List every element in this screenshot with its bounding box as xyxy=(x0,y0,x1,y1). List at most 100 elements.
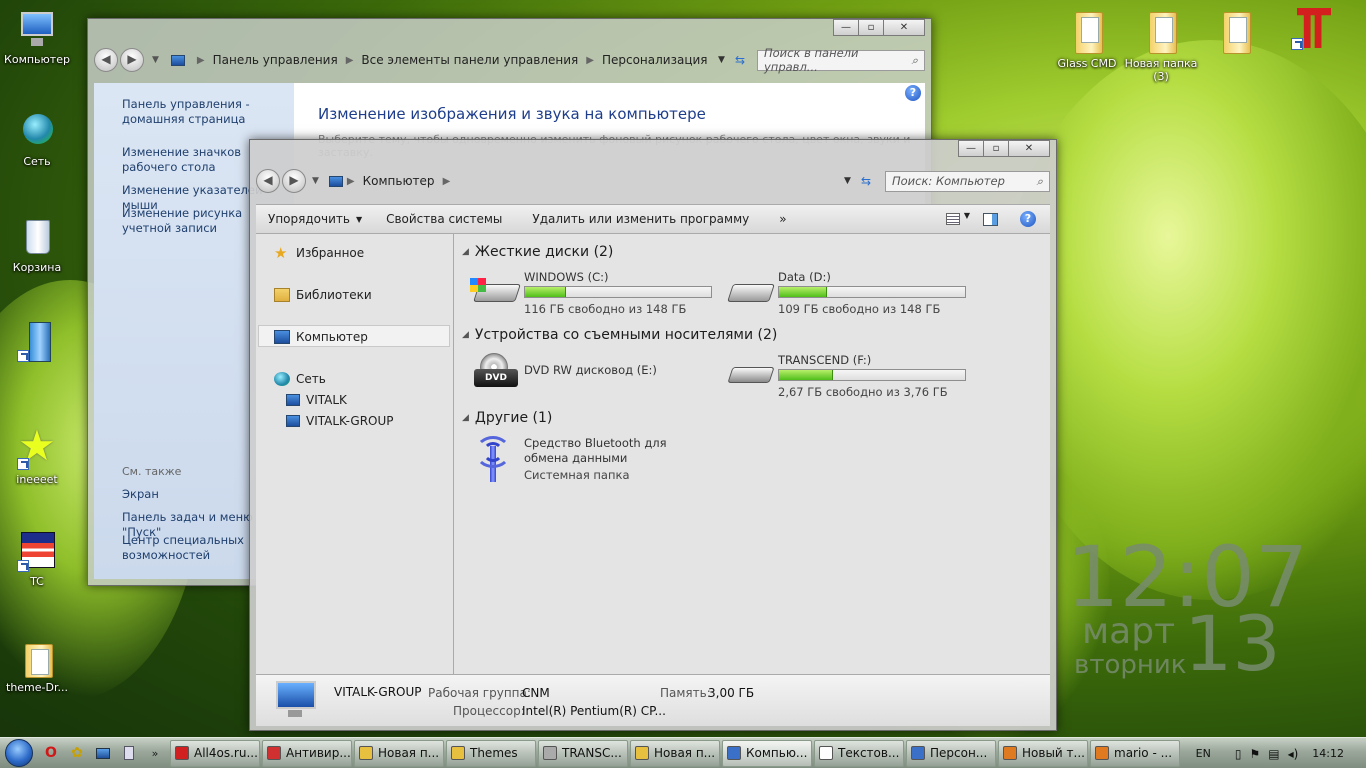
bluetooth-exchange-folder[interactable]: Средство Bluetooth для обмена данными Си… xyxy=(470,436,720,488)
nav-item-favorites[interactable]: ★ Избранное xyxy=(274,246,364,261)
nav-item-network[interactable]: Сеть xyxy=(274,372,326,386)
desktop-icon-ineeeet[interactable]: ★ ineeeet xyxy=(0,421,74,487)
drive-d[interactable]: Data (D:) 109 ГБ свободно из 148 ГБ xyxy=(724,270,974,318)
breadcrumb-item[interactable]: Персонализация xyxy=(602,53,708,67)
close-button[interactable]: ✕ xyxy=(883,19,925,36)
computer-icon xyxy=(17,10,57,50)
tray-clock[interactable]: 14:12 xyxy=(1312,747,1344,760)
desktop-icon-new-folder[interactable]: Новая папка (3) xyxy=(1124,6,1198,83)
task-button[interactable]: Новый т... xyxy=(998,739,1088,767)
volume-icon[interactable]: ◂) xyxy=(1288,747,1299,761)
calculator-icon[interactable] xyxy=(118,742,140,764)
desktop-icon-glass-cmd[interactable]: Glass CMD xyxy=(1050,6,1124,70)
details-pane: VITALK-GROUP Рабочая группа: CNM Память:… xyxy=(256,674,1050,726)
computer-window[interactable]: — ▫ ✕ ◀ ▶ ▼ ▶ Компьютер ▶ ▼ ⇆ Поиск: Ком… xyxy=(249,139,1057,731)
link-control-panel-home[interactable]: Панель управления - домашняя страница xyxy=(122,97,292,127)
task-button[interactable]: Персон... xyxy=(906,739,996,767)
cpu-label: Процессор: xyxy=(453,704,525,718)
drive-free-space: 109 ГБ свободно из 148 ГБ xyxy=(778,302,941,316)
floppy-disk-icon xyxy=(17,532,57,572)
action-center-icon[interactable]: ⚑ xyxy=(1249,747,1260,761)
task-button-active[interactable]: Компью... xyxy=(722,739,812,767)
chevron-down-icon[interactable]: ▼ xyxy=(964,211,970,220)
chevron-down-icon[interactable]: ▼ xyxy=(844,176,851,186)
taskbar: O ✿ » All4os.ru... Антивир... Новая п...… xyxy=(0,737,1366,768)
desktop-icon-theme[interactable]: theme-Dr... xyxy=(0,638,74,694)
search-input[interactable]: Поиск: Компьютер ⌕ xyxy=(885,170,1050,192)
task-button[interactable]: Антивир... xyxy=(262,739,352,767)
desktop-icon-recycle-bin[interactable]: Корзина xyxy=(0,218,74,274)
desktop-icon-shortcut[interactable] xyxy=(0,322,74,365)
start-button[interactable] xyxy=(0,738,38,768)
group-header-other[interactable]: ◢ Другие (1) xyxy=(462,410,552,426)
back-button[interactable]: ◀ xyxy=(256,169,280,193)
windows-logo-icon xyxy=(5,739,33,767)
chevron-down-icon[interactable]: ▼ xyxy=(718,55,725,65)
maximize-button[interactable]: ▫ xyxy=(983,140,1009,157)
nav-item-vitalk[interactable]: VITALK xyxy=(286,393,347,407)
task-button[interactable]: Themes xyxy=(446,739,536,767)
refresh-icon[interactable]: ⇆ xyxy=(735,53,745,67)
address-bar[interactable]: ▶ Компьютер ▶ xyxy=(323,170,844,192)
view-options-icon[interactable] xyxy=(946,213,960,225)
task-button[interactable]: mario - ... xyxy=(1090,739,1180,767)
task-list: All4os.ru... Антивир... Новая п... Theme… xyxy=(168,739,1180,767)
bluetooth-icon xyxy=(470,436,518,484)
more-quicklaunch-icon[interactable]: » xyxy=(144,742,166,764)
nav-item-vitalk-group[interactable]: VITALK-GROUP xyxy=(286,414,394,428)
star-icon: ★ xyxy=(17,421,56,470)
folder-type: Системная папка xyxy=(524,468,630,482)
language-indicator[interactable]: EN xyxy=(1196,747,1211,760)
drive-c[interactable]: WINDOWS (C:) 116 ГБ свободно из 148 ГБ xyxy=(470,270,720,318)
show-desktop-icon[interactable] xyxy=(92,742,114,764)
chevron-down-icon[interactable]: ▼ xyxy=(312,176,319,186)
breadcrumb-item[interactable]: Все элементы панели управления xyxy=(361,53,578,67)
computer-name: VITALK-GROUP xyxy=(334,685,422,699)
uninstall-program-button[interactable]: Удалить или изменить программу xyxy=(532,212,749,226)
group-header-hard-disks[interactable]: ◢ Жесткие диски (2) xyxy=(462,244,613,260)
desktop-icon-app-shortcut[interactable] xyxy=(1274,6,1348,57)
system-properties-button[interactable]: Свойства системы xyxy=(386,212,502,226)
desktop-icon-network[interactable]: Сеть xyxy=(0,112,74,168)
libraries-icon xyxy=(274,288,290,302)
desktop-icon-computer[interactable]: Компьютер xyxy=(0,10,74,66)
gadget-icon[interactable]: ✿ xyxy=(66,742,88,764)
nav-item-computer[interactable]: Компьютер xyxy=(274,330,368,344)
desktop-icon-folder[interactable] xyxy=(1198,6,1272,57)
memory-label: Память: xyxy=(660,686,711,700)
hard-drive-icon xyxy=(470,276,521,308)
opera-icon[interactable]: O xyxy=(40,742,62,764)
help-icon[interactable]: ? xyxy=(1020,211,1036,227)
computer-icon xyxy=(727,746,741,760)
desktop-icon-tc[interactable]: TC xyxy=(0,532,74,588)
organize-button[interactable]: Упорядочить xyxy=(268,212,350,226)
chevron-down-icon[interactable]: ▼ xyxy=(152,55,159,65)
minimize-button[interactable]: — xyxy=(958,140,984,157)
task-button[interactable]: TRANSC... xyxy=(538,739,628,767)
task-button[interactable]: Новая п... xyxy=(354,739,444,767)
group-header-removable[interactable]: ◢ Устройства со съемными носителями (2) xyxy=(462,327,777,343)
task-button[interactable]: Новая п... xyxy=(630,739,720,767)
help-icon[interactable]: ? xyxy=(905,85,921,101)
forward-button[interactable]: ▶ xyxy=(282,169,306,193)
battery-icon[interactable]: ▯ xyxy=(1235,747,1242,761)
close-button[interactable]: ✕ xyxy=(1008,140,1050,157)
nav-item-libraries[interactable]: Библиотеки xyxy=(274,288,372,302)
breadcrumb-item[interactable]: Панель управления xyxy=(213,53,338,67)
maximize-button[interactable]: ▫ xyxy=(858,19,884,36)
app-icon xyxy=(175,746,189,760)
minimize-button[interactable]: — xyxy=(833,19,859,36)
refresh-icon[interactable]: ⇆ xyxy=(861,174,871,188)
drive-e[interactable]: DVD DVD RW дисковод (E:) xyxy=(470,353,720,401)
back-button[interactable]: ◀ xyxy=(94,48,118,72)
network-tray-icon[interactable]: ▤ xyxy=(1268,747,1279,761)
breadcrumb-item[interactable]: Компьютер xyxy=(363,174,435,188)
forward-button[interactable]: ▶ xyxy=(120,48,144,72)
preview-pane-icon[interactable] xyxy=(983,213,998,226)
address-bar[interactable]: ▶ Панель управления ▶ Все элементы панел… xyxy=(165,49,718,71)
drive-f[interactable]: TRANSCEND (F:) 2,67 ГБ свободно из 3,76 … xyxy=(724,353,974,401)
task-button[interactable]: All4os.ru... xyxy=(170,739,260,767)
more-commands-button[interactable]: » xyxy=(779,212,786,226)
task-button[interactable]: Текстов... xyxy=(814,739,904,767)
search-input[interactable]: Поиск в панели управл... ⌕ xyxy=(757,46,925,74)
